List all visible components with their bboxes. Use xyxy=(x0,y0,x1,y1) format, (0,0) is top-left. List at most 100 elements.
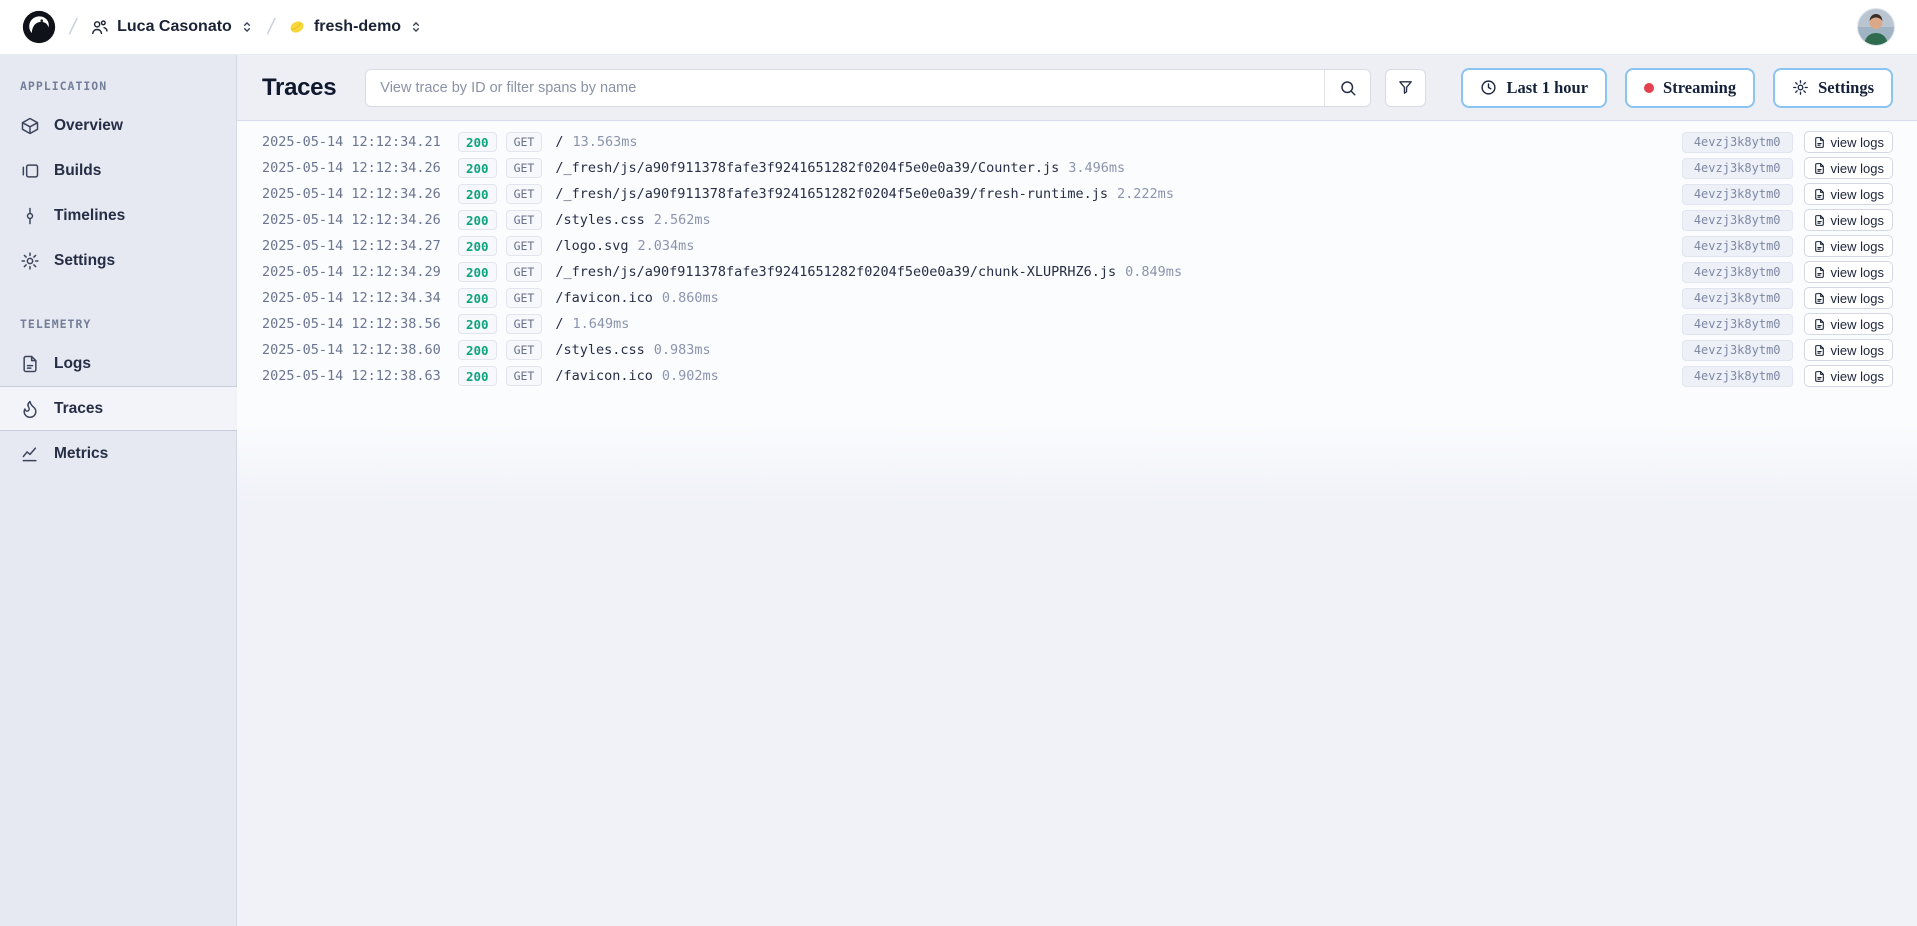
file-text-icon xyxy=(1813,162,1826,175)
trace-id-badge: 4evzj3k8ytm0 xyxy=(1682,236,1793,257)
trace-path: /styles.css xyxy=(555,212,644,228)
view-logs-label: view logs xyxy=(1831,369,1884,384)
method-badge: GET xyxy=(506,158,543,178)
file-text-icon xyxy=(1813,240,1826,253)
streaming-label: Streaming xyxy=(1663,78,1736,98)
sidebar-item-logs[interactable]: Logs xyxy=(0,341,236,386)
streaming-dot-icon xyxy=(1644,83,1654,93)
trace-timestamp: 2025-05-14 12:12:34.26 xyxy=(262,186,458,202)
user-avatar[interactable] xyxy=(1857,8,1895,46)
trace-row[interactable]: 2025-05-14 12:12:34.26 200 GET /styles.c… xyxy=(237,207,1917,233)
trace-path: /_fresh/js/a90f911378fafe3f9241651282f02… xyxy=(555,264,1116,280)
search-button[interactable] xyxy=(1324,70,1370,106)
timeline-icon xyxy=(20,206,40,226)
view-logs-button[interactable]: view logs xyxy=(1804,313,1893,335)
trace-duration: 3.496ms xyxy=(1068,160,1125,176)
sidebar-item-traces[interactable]: Traces xyxy=(0,386,237,431)
view-logs-label: view logs xyxy=(1831,265,1884,280)
toolbar-actions: Last 1 hour Streaming Settings xyxy=(1461,68,1893,108)
trend-icon xyxy=(20,444,40,464)
trace-timestamp: 2025-05-14 12:12:38.63 xyxy=(262,368,458,384)
view-logs-button[interactable]: view logs xyxy=(1804,183,1893,205)
status-badge: 200 xyxy=(458,288,497,308)
trace-id-badge: 4evzj3k8ytm0 xyxy=(1682,288,1793,309)
trace-row[interactable]: 2025-05-14 12:12:38.56 200 GET / 1.649ms… xyxy=(237,311,1917,337)
top-bar: / Luca Casonato / fresh-demo xyxy=(0,0,1917,55)
trace-path: / xyxy=(555,316,563,332)
trace-row[interactable]: 2025-05-14 12:12:34.27 200 GET /logo.svg… xyxy=(237,233,1917,259)
file-text-icon xyxy=(1813,292,1826,305)
settings-label: Settings xyxy=(1818,78,1874,98)
trace-path: /favicon.ico xyxy=(555,368,653,384)
file-text-icon xyxy=(1813,318,1826,331)
method-badge: GET xyxy=(506,366,543,386)
trace-id-badge: 4evzj3k8ytm0 xyxy=(1682,210,1793,231)
trace-row[interactable]: 2025-05-14 12:12:34.21 200 GET / 13.563m… xyxy=(237,129,1917,155)
view-logs-button[interactable]: view logs xyxy=(1804,235,1893,257)
trace-row[interactable]: 2025-05-14 12:12:38.63 200 GET /favicon.… xyxy=(237,363,1917,389)
sidebar-item-settings[interactable]: Settings xyxy=(0,238,236,283)
sidebar-item-overview[interactable]: Overview xyxy=(0,103,236,148)
trace-row[interactable]: 2025-05-14 12:12:34.29 200 GET /_fresh/j… xyxy=(237,259,1917,285)
view-logs-button[interactable]: view logs xyxy=(1804,261,1893,283)
trace-row-actions: 4evzj3k8ytm0 view logs xyxy=(1682,365,1893,387)
status-badge: 200 xyxy=(458,158,497,178)
gear-icon xyxy=(1792,79,1809,96)
view-logs-button[interactable]: view logs xyxy=(1804,209,1893,231)
trace-row[interactable]: 2025-05-14 12:12:34.26 200 GET /_fresh/j… xyxy=(237,181,1917,207)
sidebar-section-label: TELEMETRY xyxy=(0,309,236,341)
trace-timestamp: 2025-05-14 12:12:34.26 xyxy=(262,212,458,228)
trace-path: /favicon.ico xyxy=(555,290,653,306)
trace-duration: 13.563ms xyxy=(573,134,638,150)
sidebar-item-builds[interactable]: Builds xyxy=(0,148,236,193)
trace-path: / xyxy=(555,134,563,150)
method-badge: GET xyxy=(506,210,543,230)
users-icon xyxy=(90,18,109,37)
breadcrumb-separator: / xyxy=(67,14,79,40)
view-logs-label: view logs xyxy=(1831,239,1884,254)
view-logs-button[interactable]: view logs xyxy=(1804,339,1893,361)
streaming-toggle-button[interactable]: Streaming xyxy=(1625,68,1755,108)
flame-icon xyxy=(20,399,40,419)
trace-timestamp: 2025-05-14 12:12:34.29 xyxy=(262,264,458,280)
trace-row[interactable]: 2025-05-14 12:12:34.26 200 GET /_fresh/j… xyxy=(237,155,1917,181)
trace-row-actions: 4evzj3k8ytm0 view logs xyxy=(1682,261,1893,283)
filter-button[interactable] xyxy=(1385,69,1426,107)
view-logs-label: view logs xyxy=(1831,291,1884,306)
file-text-icon xyxy=(1813,266,1826,279)
trace-timestamp: 2025-05-14 12:12:34.27 xyxy=(262,238,458,254)
org-switcher[interactable]: Luca Casonato xyxy=(90,18,254,37)
deno-logo[interactable] xyxy=(22,10,56,44)
status-badge: 200 xyxy=(458,236,497,256)
trace-duration: 0.983ms xyxy=(654,342,711,358)
view-logs-button[interactable]: view logs xyxy=(1804,287,1893,309)
status-badge: 200 xyxy=(458,184,497,204)
trace-duration: 0.902ms xyxy=(662,368,719,384)
trace-timestamp: 2025-05-14 12:12:38.60 xyxy=(262,342,458,358)
trace-timestamp: 2025-05-14 12:12:34.21 xyxy=(262,134,458,150)
trace-id-badge: 4evzj3k8ytm0 xyxy=(1682,366,1793,387)
traces-toolbar: Traces xyxy=(237,55,1917,121)
project-switcher[interactable]: fresh-demo xyxy=(288,18,423,36)
time-range-button[interactable]: Last 1 hour xyxy=(1461,68,1607,108)
method-badge: GET xyxy=(506,314,543,334)
trace-timestamp: 2025-05-14 12:12:34.34 xyxy=(262,290,458,306)
trace-id-badge: 4evzj3k8ytm0 xyxy=(1682,314,1793,335)
view-logs-button[interactable]: view logs xyxy=(1804,365,1893,387)
trace-duration: 2.562ms xyxy=(654,212,711,228)
sidebar-item-timelines[interactable]: Timelines xyxy=(0,193,236,238)
file-text-icon xyxy=(1813,344,1826,357)
sidebar-item-metrics[interactable]: Metrics xyxy=(0,431,236,476)
trace-search-input[interactable] xyxy=(366,70,1324,106)
trace-row[interactable]: 2025-05-14 12:12:38.60 200 GET /styles.c… xyxy=(237,337,1917,363)
chevrons-up-down-icon xyxy=(409,20,423,34)
status-badge: 200 xyxy=(458,340,497,360)
view-logs-button[interactable]: view logs xyxy=(1804,157,1893,179)
trace-row[interactable]: 2025-05-14 12:12:34.34 200 GET /favicon.… xyxy=(237,285,1917,311)
file-text-icon xyxy=(1813,188,1826,201)
org-name: Luca Casonato xyxy=(117,18,232,36)
trace-settings-button[interactable]: Settings xyxy=(1773,68,1893,108)
status-badge: 200 xyxy=(458,262,497,282)
view-logs-button[interactable]: view logs xyxy=(1804,131,1893,153)
status-badge: 200 xyxy=(458,314,497,334)
